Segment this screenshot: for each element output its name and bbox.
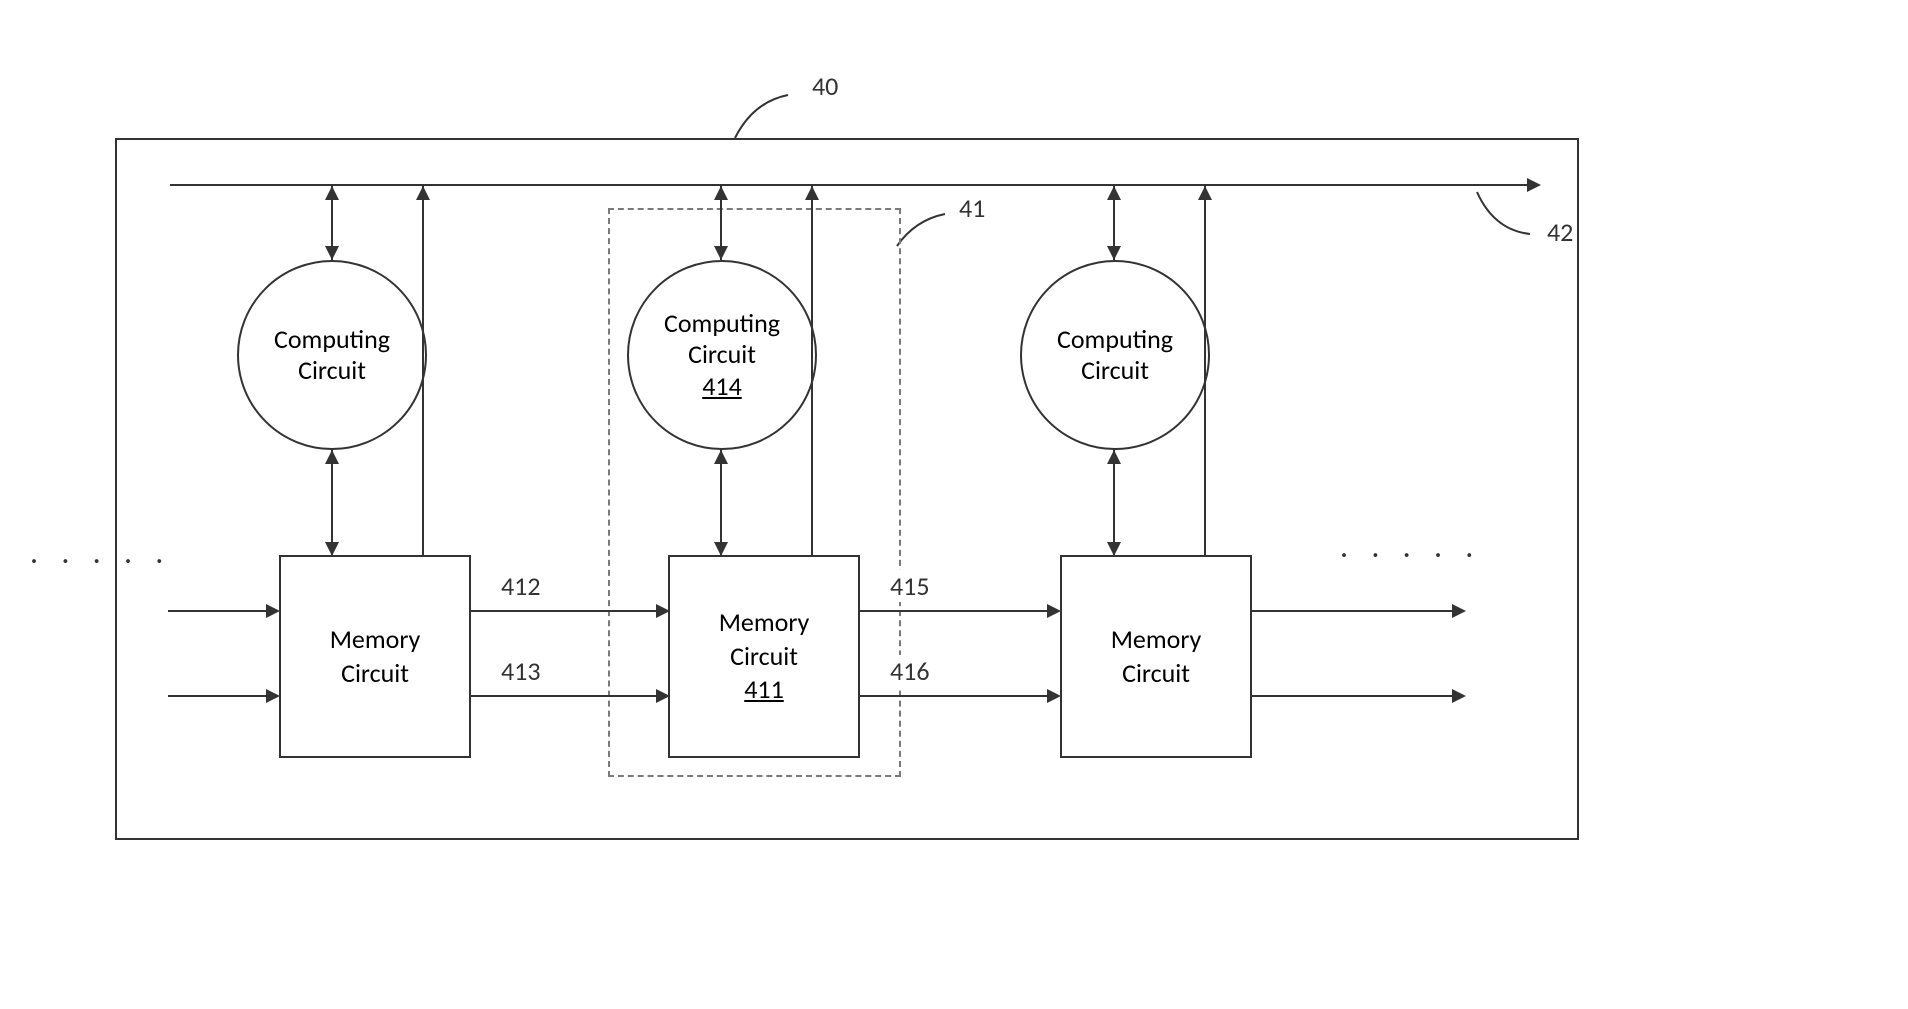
computing-circuit-right: Computing Circuit (1020, 260, 1210, 450)
text-computing-right: Computing (1057, 324, 1173, 355)
right-mem-out-bot-line (1250, 695, 1452, 697)
text-circuit-right2: Circuit (1122, 657, 1190, 691)
left-circle-bus-down (325, 246, 339, 260)
left-circle-bus-up (325, 186, 339, 200)
memory-circuit-right: Memory Circuit (1060, 555, 1252, 758)
text-computing: Computing (274, 324, 390, 355)
bus-line (170, 184, 1528, 186)
center-circle-mem-up (714, 450, 728, 464)
ref-curve-41 (895, 210, 951, 250)
ref-label-412: 412 (497, 570, 545, 602)
conn-415-line (858, 610, 1047, 612)
text-computing-center: Computing (664, 308, 780, 339)
memory-circuit-411: Memory Circuit 411 (668, 555, 860, 758)
ref-label-413: 413 (497, 655, 545, 687)
right-mem-out-bot-arrow (1452, 689, 1466, 703)
conn-416-line (858, 695, 1047, 697)
ref-curve-40 (733, 90, 803, 140)
conn-412-line (469, 610, 656, 612)
text-memory-center: Memory (719, 606, 810, 640)
center-circle-mem-line (720, 448, 722, 555)
right-mem-bus-line (1204, 184, 1206, 555)
ref-label-41: 41 (955, 192, 989, 224)
left-mem-bus-up (416, 186, 430, 200)
diagram-canvas: 40 42 41 Computing Circuit Memory Circui… (0, 0, 1908, 1009)
ref-411: 411 (744, 673, 784, 707)
right-mem-out-top-arrow (1452, 604, 1466, 618)
memory-circuit-left: Memory Circuit (279, 555, 471, 758)
ref-label-415: 415 (886, 570, 934, 602)
left-circle-mem-down (325, 542, 339, 556)
text-memory-right: Memory (1111, 623, 1202, 657)
center-mem-bus-up (805, 186, 819, 200)
text-circuit: Circuit (298, 355, 366, 386)
conn-413-line (469, 695, 656, 697)
computing-circuit-414: Computing Circuit 414 (627, 260, 817, 450)
ellipsis-left: . . . . . (30, 533, 171, 572)
right-mem-out-top-line (1250, 610, 1452, 612)
ref-414: 414 (702, 371, 742, 402)
left-circle-mem-line (331, 448, 333, 555)
center-mem-bus-line (811, 184, 813, 555)
left-mem-bus-line (422, 184, 424, 555)
text-circuit-center2: Circuit (730, 640, 798, 674)
ellipsis-right: . . . . . (1340, 527, 1481, 566)
ref-curve-42 (1472, 190, 1542, 238)
center-circle-bus-up (714, 186, 728, 200)
right-circle-mem-line (1113, 448, 1115, 555)
left-circle-mem-up (325, 450, 339, 464)
conn-415-arrow (1047, 604, 1061, 618)
ref-label-40: 40 (808, 70, 842, 102)
ref-label-416: 416 (886, 655, 934, 687)
text-memory: Memory (330, 623, 421, 657)
right-mem-bus-up (1198, 186, 1212, 200)
right-circle-mem-down (1107, 542, 1121, 556)
text-circuit-right: Circuit (1081, 355, 1149, 386)
center-circle-mem-down (714, 542, 728, 556)
right-circle-bus-up (1107, 186, 1121, 200)
left-mem-in-bot-line (168, 695, 266, 697)
ref-label-42: 42 (1543, 216, 1577, 248)
right-circle-bus-down (1107, 246, 1121, 260)
left-mem-in-bot-arrow (266, 689, 280, 703)
text-circuit-2: Circuit (341, 657, 409, 691)
text-circuit-center: Circuit (688, 339, 756, 370)
computing-circuit-left: Computing Circuit (237, 260, 427, 450)
left-mem-in-top-arrow (266, 604, 280, 618)
conn-416-arrow (1047, 689, 1061, 703)
left-mem-in-top-line (168, 610, 266, 612)
center-circle-bus-down (714, 246, 728, 260)
right-circle-mem-up (1107, 450, 1121, 464)
